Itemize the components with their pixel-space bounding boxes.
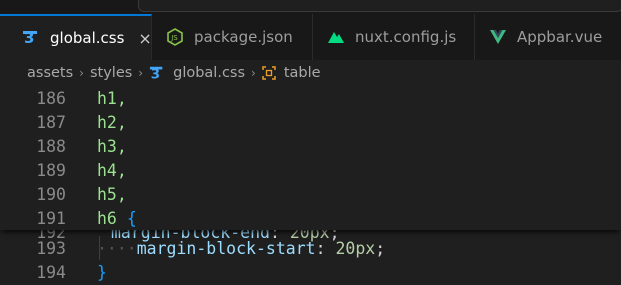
css-selector: h2, <box>97 112 127 132</box>
tab-label: nuxt.config.js <box>355 28 457 46</box>
tab-label: package.json <box>194 28 293 46</box>
tab-appbar-vue[interactable]: Appbar.vue <box>475 14 621 60</box>
tab-label: Appbar.vue <box>517 28 603 46</box>
svg-text:JS: JS <box>170 34 178 42</box>
tab-package-json[interactable]: JS package.json <box>152 14 313 60</box>
sticky-scroll[interactable]: 186 h1, 187 h2, 188 h3, 189 h4, 190 h5, … <box>0 86 621 230</box>
code-text: h6 { <box>97 209 137 228</box>
vue-file-icon <box>490 30 506 44</box>
code-line: 188 h3, <box>0 134 621 158</box>
chevron-right-icon: › <box>79 66 84 80</box>
title-bar <box>0 0 621 14</box>
css-file-icon: 3 <box>149 66 163 81</box>
css-selector: h1, <box>97 88 127 108</box>
tab-label: global.css <box>50 29 125 47</box>
code-line: 189 h4, <box>0 158 621 182</box>
css-selector: h4, <box>97 160 127 180</box>
chevron-right-icon: › <box>251 66 256 80</box>
code-line: 187 h2, <box>0 110 621 134</box>
breadcrumb-global-css[interactable]: global.css <box>173 65 245 81</box>
line-number: 186 <box>36 88 66 108</box>
line-number: 188 <box>36 136 66 156</box>
code-line: 190 h5, <box>0 182 621 206</box>
line-number: 194 <box>36 262 66 282</box>
breadcrumb-assets[interactable]: assets <box>27 65 73 81</box>
close-brace: } <box>97 262 107 282</box>
editor-tab-bar: 3 global.css × JS package.json nuxt.conf… <box>0 14 621 61</box>
command-center[interactable] <box>138 0 621 12</box>
css-selector: h6 <box>97 208 117 228</box>
nodejs-file-icon: JS <box>167 28 183 46</box>
breadcrumb: assets › styles › 3 global.css › table <box>0 60 621 86</box>
breadcrumb-styles[interactable]: styles <box>90 65 132 81</box>
tab-global-css[interactable]: 3 global.css × <box>0 14 152 60</box>
tab-nuxt-config[interactable]: nuxt.config.js <box>313 14 475 60</box>
css-file-icon: 3 <box>23 29 37 47</box>
open-brace: { <box>126 208 137 228</box>
code-line: 186 h1, <box>0 86 621 110</box>
chevron-right-icon: › <box>138 66 144 80</box>
code-line: 194 } <box>0 260 621 284</box>
css-selector: h3, <box>97 136 127 156</box>
css-rule-icon <box>262 66 276 80</box>
line-number: 190 <box>36 184 66 204</box>
code-editor[interactable]: 186 h1, 187 h2, 188 h3, 189 h4, 190 h5, … <box>0 86 621 285</box>
line-number: 187 <box>36 112 66 132</box>
css-selector: h5, <box>97 184 127 204</box>
line-number: 191 <box>36 208 66 228</box>
nuxt-file-icon <box>328 32 344 43</box>
close-icon[interactable]: × <box>138 29 151 48</box>
line-number: 189 <box>36 160 66 180</box>
code-line: 191 h6 { <box>0 206 621 230</box>
breadcrumb-table[interactable]: table <box>284 65 321 81</box>
